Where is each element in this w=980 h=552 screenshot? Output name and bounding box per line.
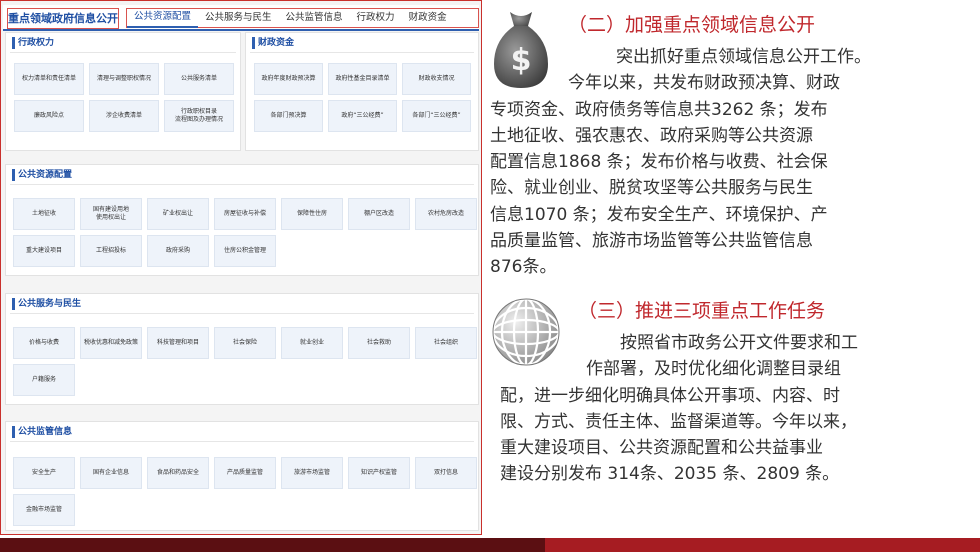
section-title: 公共监管信息 [12,426,72,438]
admin-power-grid: 权力清单和责任清单 清理与调整职权情况 公共服务清单 廉政风险点 涉企收费清单 … [14,63,234,132]
heading-key-areas: （二）加强重点领域信息公开 [568,14,816,36]
fiscal-item[interactable]: 政府“三公经费” [328,100,397,132]
text-line: 876条。 [490,257,557,278]
resources-item[interactable]: 工程招投标 [80,235,142,267]
text-line: 突出抓好重点领域信息公开工作。 [616,47,871,67]
supervision-item[interactable]: 旅游市场监管 [281,457,343,489]
slide-text-area: $ （二）加强重点领域信息公开 突出抓好重点领域信息公开工作。 今年以来，共发布… [482,0,980,536]
services-item[interactable]: 户籍服务 [13,364,75,396]
section-public-services: 公共服务与民生 价格与收费 税收优惠和减免政策 科技管理和项目 社会保险 就业创… [5,293,479,405]
supervision-grid: 安全生产 国有企业信息 食品和药品安全 产品质量监管 旅游市场监管 知识产权监管… [13,457,477,526]
supervision-item[interactable]: 国有企业信息 [80,457,142,489]
text-line: 配，进一步细化明确具体公开事项、内容、时 [500,385,840,406]
admin-power-item[interactable]: 权力清单和责任清单 [14,63,84,95]
services-grid: 价格与收费 税收优惠和减免政策 科技管理和项目 社会保险 就业创业 社会救助 社… [13,327,477,396]
resources-item[interactable]: 农村危房改造 [415,198,477,230]
tab-admin-power[interactable]: 行政权力 [350,9,402,27]
divider [10,52,236,53]
text-line: 土地征收、强农惠农、政府采购等公共资源 [490,125,813,146]
section-title: 行政权力 [12,37,54,49]
section-title: 公共资源配置 [12,169,72,181]
text-line: 重大建设项目、公共资源配置和公共益事业 [500,438,823,459]
tab-public-resources[interactable]: 公共资源配置 [127,8,199,28]
text-line: 险、就业创业、脱贫攻坚等公共服务与民生 [490,178,813,199]
divider [10,313,474,314]
admin-power-item[interactable]: 行政职权目录 流程图及办理情况 [164,100,234,132]
section-title: 财政资金 [252,37,294,49]
section-title: 公共服务与民生 [12,298,81,310]
heading-key-tasks: （三）推进三项重点工作任务 [578,300,826,322]
fiscal-item[interactable]: 政府性基金目录清单 [328,63,397,95]
bottom-bar-dark [0,538,545,552]
bottom-bar-red [545,538,980,552]
resources-item[interactable]: 棚户区改造 [348,198,410,230]
supervision-item[interactable]: 产品质量监管 [214,457,276,489]
resources-item[interactable]: 保障性住房 [281,198,343,230]
services-item[interactable]: 税收优惠和减免政策 [80,327,142,359]
services-item[interactable]: 社会救助 [348,327,410,359]
fiscal-item[interactable]: 政府年度财政预决算 [254,63,323,95]
resources-item[interactable]: 矿业权出让 [147,198,209,230]
portal-screenshot: 重点领域政府信息公开 公共资源配置 公共服务与民生 公共监管信息 行政权力 财政… [0,0,482,535]
resources-item[interactable]: 住房公积金管理 [214,235,276,267]
supervision-item[interactable]: 双打信息 [415,457,477,489]
paragraph-key-tasks: 按照省市政务公开文件要求和工 作部署，及时优化细化调整目录组 配，进一步细化明确… [500,330,858,488]
resources-item[interactable]: 政府采购 [147,235,209,267]
services-item[interactable]: 价格与收费 [13,327,75,359]
text-line: 今年以来，共发布财政预决算、财政 [568,73,840,94]
fiscal-item[interactable]: 各部门“三公经费” [402,100,471,132]
services-item[interactable]: 社会保险 [214,327,276,359]
resources-item[interactable]: 土地征收 [13,198,75,230]
divider [10,184,474,185]
text-line: 专项资金、政府债务等信息共3262 条；发布 [490,99,828,120]
tab-bar: 公共资源配置 公共服务与民生 公共监管信息 行政权力 财政资金 [126,8,479,28]
resources-grid: 土地征收 国有建设用地 使用权出让 矿业权出让 房屋征收与补偿 保障性住房 棚户… [13,198,477,267]
services-item[interactable]: 科技管理和项目 [147,327,209,359]
text-line: 作部署，及时优化细化调整目录组 [586,359,841,380]
admin-power-item[interactable]: 廉政风险点 [14,100,84,132]
fiscal-grid: 政府年度财政预决算 政府性基金目录清单 财政收支情况 各部门预决算 政府“三公经… [254,63,471,132]
services-item[interactable]: 就业创业 [281,327,343,359]
section-public-resources: 公共资源配置 土地征收 国有建设用地 使用权出让 矿业权出让 房屋征收与补偿 保… [5,164,479,276]
divider [250,52,474,53]
text-line: 按照省市政务公开文件要求和工 [620,333,858,353]
top-nav: 重点领域政府信息公开 公共资源配置 公共服务与民生 公共监管信息 行政权力 财政… [3,5,479,31]
tab-fiscal-funds[interactable]: 财政资金 [402,9,454,27]
text-line: 限、方式、责任主体、监督渠道等。今年以来， [500,411,857,432]
resources-item[interactable]: 房屋征收与补偿 [214,198,276,230]
tab-public-services[interactable]: 公共服务与民生 [198,9,279,27]
supervision-item[interactable]: 金融市场监管 [13,494,75,526]
supervision-item[interactable]: 安全生产 [13,457,75,489]
fiscal-item[interactable]: 各部门预决算 [254,100,323,132]
admin-power-item[interactable]: 公共服务清单 [164,63,234,95]
admin-power-item[interactable]: 涉企收费清单 [89,100,159,132]
paragraph-key-areas: 突出抓好重点领域信息公开工作。 今年以来，共发布财政预决算、财政 专项资金、政府… [490,44,871,281]
supervision-item[interactable]: 知识产权监管 [348,457,410,489]
section-public-supervision: 公共监管信息 安全生产 国有企业信息 食品和药品安全 产品质量监管 旅游市场监管… [5,421,479,531]
text-line: 信息1070 条；发布安全生产、环境保护、产 [490,204,828,225]
services-item[interactable]: 社会组织 [415,327,477,359]
fiscal-item[interactable]: 财政收支情况 [402,63,471,95]
resources-item[interactable]: 重大建设项目 [13,235,75,267]
tab-public-supervision[interactable]: 公共监管信息 [279,9,350,27]
site-title: 重点领域政府信息公开 [7,8,119,29]
text-line: 品质量监管、旅游市场监管等公共监管信息 [490,231,813,252]
supervision-item[interactable]: 食品和药品安全 [147,457,209,489]
text-line: 配置信息1868 条；发布价格与收费、社会保 [490,152,828,173]
section-admin-power: 行政权力 权力清单和责任清单 清理与调整职权情况 公共服务清单 廉政风险点 涉企… [5,32,241,151]
admin-power-item[interactable]: 清理与调整职权情况 [89,63,159,95]
text-line: 建设分别发布 314条、2035 条、2809 条。 [500,464,840,485]
resources-item[interactable]: 国有建设用地 使用权出让 [80,198,142,230]
divider [10,441,474,442]
section-fiscal-funds: 财政资金 政府年度财政预决算 政府性基金目录清单 财政收支情况 各部门预决算 政… [245,32,479,151]
bottom-decorative-bar [0,538,980,552]
